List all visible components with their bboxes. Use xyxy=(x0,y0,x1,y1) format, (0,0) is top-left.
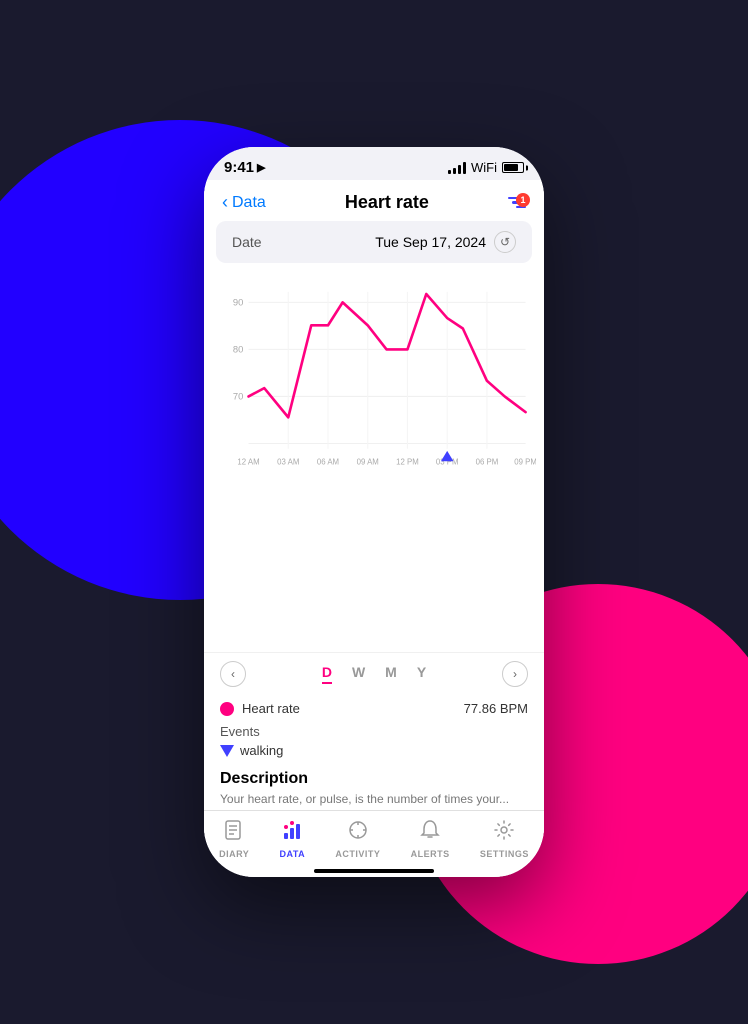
refresh-button[interactable]: ↺ xyxy=(494,231,516,253)
date-value: Tue Sep 17, 2024 xyxy=(375,234,486,250)
legend-left: Heart rate xyxy=(220,701,300,716)
tab-year[interactable]: Y xyxy=(417,664,426,684)
svg-text:03 AM: 03 AM xyxy=(277,457,299,466)
prev-arrow-icon: ‹ xyxy=(231,667,235,681)
data-icon xyxy=(281,819,303,847)
tab-item-diary[interactable]: DIARY xyxy=(219,819,249,859)
signal-bars-icon xyxy=(448,162,466,174)
next-arrow-icon: › xyxy=(513,667,517,681)
heart-rate-legend-item: Heart rate 77.86 BPM xyxy=(220,701,528,716)
heart-rate-line xyxy=(249,294,526,417)
tab-day[interactable]: D xyxy=(322,664,332,684)
phone-wrapper: 9:41 ▶ WiFi ‹ xyxy=(204,147,544,877)
description-text: Your heart rate, or pulse, is the number… xyxy=(220,792,528,806)
chart-container: 90 80 70 12 AM 03 AM 06 AM 09 AM 12 PM 0… xyxy=(212,271,536,501)
status-icons: WiFi xyxy=(448,160,524,175)
chart-area: 90 80 70 12 AM 03 AM 06 AM 09 AM 12 PM 0… xyxy=(204,263,544,652)
back-label: Data xyxy=(232,194,266,212)
page-title: Heart rate xyxy=(345,192,429,213)
svg-text:09 PM: 09 PM xyxy=(514,457,536,466)
heart-rate-value: 77.86 BPM xyxy=(464,701,528,716)
time-label: 9:41 xyxy=(224,159,254,176)
battery-icon xyxy=(502,162,524,173)
refresh-icon: ↺ xyxy=(500,235,510,249)
phone: 9:41 ▶ WiFi ‹ xyxy=(204,147,544,877)
events-section: Events walking xyxy=(204,724,544,762)
svg-text:06 AM: 06 AM xyxy=(317,457,339,466)
back-button[interactable]: ‹ Data xyxy=(222,192,266,213)
settings-icon xyxy=(493,819,515,847)
filter-button[interactable]: 1 xyxy=(508,197,526,209)
svg-text:90: 90 xyxy=(233,297,243,308)
home-indicator xyxy=(314,869,434,873)
event-marker-icon xyxy=(441,451,454,461)
wifi-icon: WiFi xyxy=(471,160,497,175)
alerts-tab-label: ALERTS xyxy=(411,849,450,859)
description-title: Description xyxy=(220,770,528,788)
alerts-icon xyxy=(419,819,441,847)
tab-item-activity[interactable]: ACTIVITY xyxy=(335,819,380,859)
events-label: Events xyxy=(220,724,528,739)
filter-badge: 1 xyxy=(516,193,530,207)
svg-text:06 PM: 06 PM xyxy=(476,457,499,466)
period-selector: ‹ D W M Y › xyxy=(204,652,544,695)
tab-item-alerts[interactable]: ALERTS xyxy=(411,819,450,859)
next-period-button[interactable]: › xyxy=(502,661,528,687)
svg-text:70: 70 xyxy=(233,391,243,402)
tab-month[interactable]: M xyxy=(385,664,397,684)
svg-text:12 AM: 12 AM xyxy=(237,457,259,466)
date-value-wrap: Tue Sep 17, 2024 ↺ xyxy=(375,231,516,253)
date-row: Date Tue Sep 17, 2024 ↺ xyxy=(216,221,532,263)
svg-text:12 PM: 12 PM xyxy=(396,457,419,466)
tab-bar: DIARY DATA xyxy=(204,810,544,863)
date-label: Date xyxy=(232,234,262,250)
phone-content: ‹ Data Heart rate 1 Date Tue Sep 17 xyxy=(204,180,544,877)
heart-rate-dot-icon xyxy=(220,702,234,716)
battery-fill xyxy=(504,164,518,171)
status-time: 9:41 ▶ xyxy=(224,159,266,176)
period-tabs: D W M Y xyxy=(322,664,426,684)
location-arrow-icon: ▶ xyxy=(257,161,265,174)
heart-rate-chart: 90 80 70 12 AM 03 AM 06 AM 09 AM 12 PM 0… xyxy=(212,271,536,501)
settings-tab-label: SETTINGS xyxy=(480,849,529,859)
event-item-walking: walking xyxy=(220,743,528,758)
event-name: walking xyxy=(240,743,283,758)
nav-bar: ‹ Data Heart rate 1 xyxy=(204,180,544,221)
heart-rate-legend-label: Heart rate xyxy=(242,701,300,716)
svg-text:09 AM: 09 AM xyxy=(357,457,379,466)
tab-week[interactable]: W xyxy=(352,664,365,684)
tab-item-settings[interactable]: SETTINGS xyxy=(480,819,529,859)
status-bar: 9:41 ▶ WiFi xyxy=(204,147,544,180)
prev-period-button[interactable]: ‹ xyxy=(220,661,246,687)
activity-tab-label: ACTIVITY xyxy=(335,849,380,859)
legend-area: Heart rate 77.86 BPM xyxy=(204,695,544,724)
description-section: Description Your heart rate, or pulse, i… xyxy=(204,762,544,810)
back-chevron-icon: ‹ xyxy=(222,192,228,213)
data-tab-label: DATA xyxy=(280,849,306,859)
svg-text:80: 80 xyxy=(233,344,243,355)
diary-icon xyxy=(223,819,245,847)
event-triangle-icon xyxy=(220,745,234,757)
tab-item-data[interactable]: DATA xyxy=(280,819,306,859)
activity-icon xyxy=(347,819,369,847)
diary-tab-label: DIARY xyxy=(219,849,249,859)
